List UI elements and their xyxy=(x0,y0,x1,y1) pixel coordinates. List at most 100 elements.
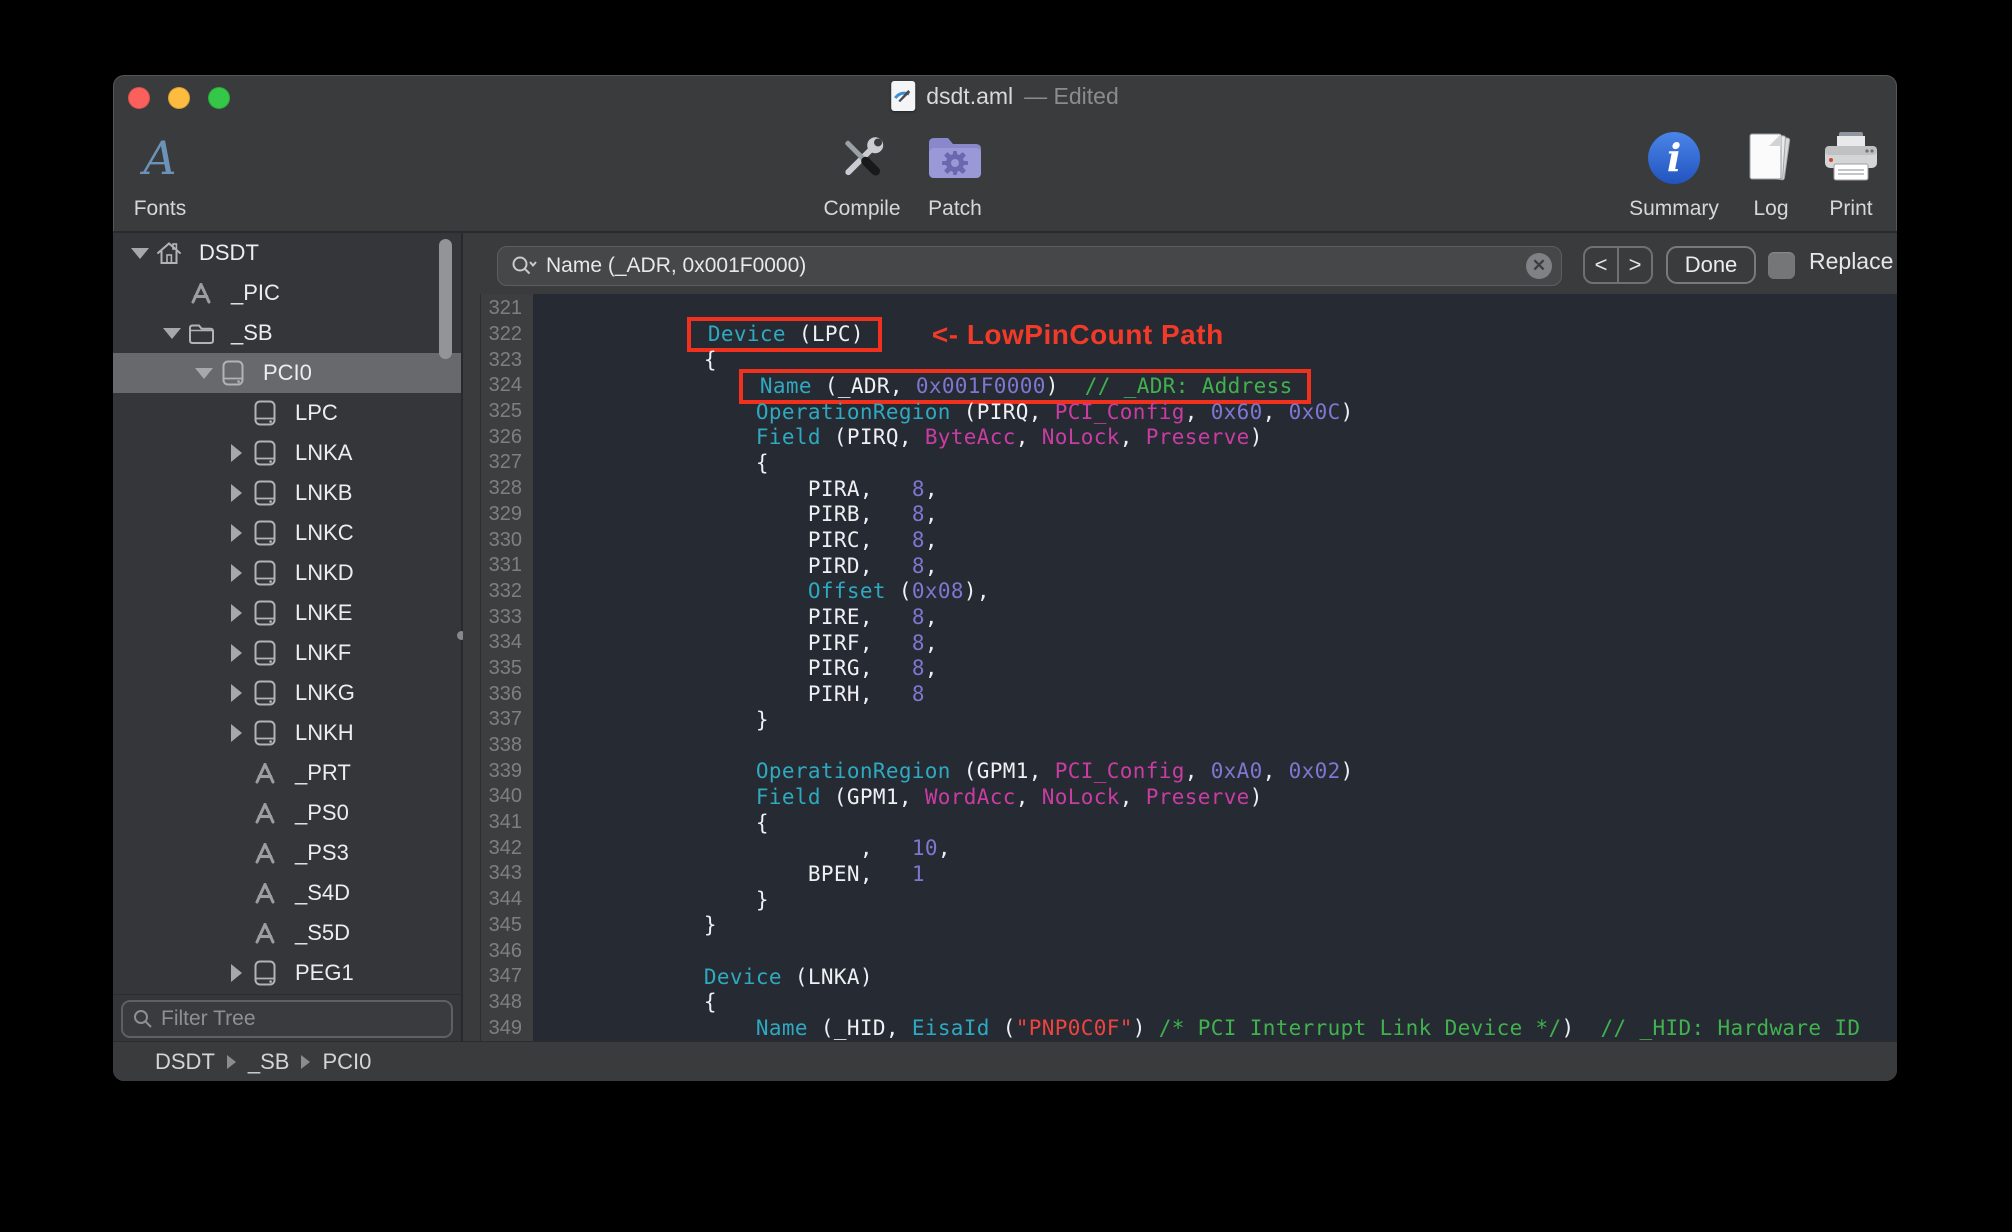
disclosure-triangle-icon[interactable] xyxy=(157,327,187,339)
code-line-332[interactable]: 332 Offset (0x08), xyxy=(463,579,1897,605)
line-number: 330 xyxy=(488,528,522,551)
code-line-347[interactable]: 347 Device (LNKA) xyxy=(463,964,1897,990)
done-button[interactable]: Done xyxy=(1666,246,1756,284)
code-editor[interactable]: 321 322 Device (LPC) <- LowPinCount Path 32… xyxy=(463,294,1897,1042)
line-content: } xyxy=(755,707,769,732)
sidebar-item-_prt[interactable]: _PRT xyxy=(113,753,461,793)
filter-placeholder: Filter Tree xyxy=(161,1007,256,1030)
sidebar-item-lnkh[interactable]: LNKH xyxy=(113,713,461,753)
disclosure-triangle-icon[interactable] xyxy=(125,247,155,259)
sidebar-item-lnkb[interactable]: LNKB xyxy=(113,473,461,513)
code-line-321[interactable]: 321 xyxy=(463,296,1897,322)
lowpincount-annotation: <- LowPinCount Path xyxy=(931,319,1224,351)
print-button[interactable]: Print xyxy=(1822,121,1880,221)
sidebar-item-lnkd[interactable]: LNKD xyxy=(113,553,461,593)
fonts-button[interactable]: A Fonts xyxy=(134,121,187,221)
disclosure-triangle-icon[interactable] xyxy=(221,724,251,742)
breadcrumb-item-dsdt[interactable]: DSDT xyxy=(155,1049,215,1075)
sidebar-item-peg1[interactable]: PEG1 xyxy=(113,953,461,993)
sidebar-item-lnkf[interactable]: LNKF xyxy=(113,633,461,673)
device-icon xyxy=(219,359,247,387)
code-line-326[interactable]: 326 Field (PIRQ, ByteAcc, NoLock, Preser… xyxy=(463,424,1897,450)
disclosure-triangle-icon[interactable] xyxy=(189,367,219,379)
code-line-337[interactable]: 337 } xyxy=(463,707,1897,733)
zoom-button[interactable] xyxy=(208,87,230,109)
code-line-339[interactable]: 339 OperationRegion (GPM1, PCI_Config, 0… xyxy=(463,758,1897,784)
disclosure-triangle-icon[interactable] xyxy=(221,524,251,542)
device-icon xyxy=(251,479,279,507)
code-line-327[interactable]: 327 { xyxy=(463,450,1897,476)
clear-search-icon[interactable]: ✕ xyxy=(1526,253,1552,279)
disclosure-triangle-icon[interactable] xyxy=(221,684,251,702)
code-line-343[interactable]: 343 BPEN, 1 xyxy=(463,861,1897,887)
sidebar-item-dsdt[interactable]: DSDT xyxy=(113,233,461,273)
sidebar-item-lnkc[interactable]: LNKC xyxy=(113,513,461,553)
disclosure-triangle-icon[interactable] xyxy=(221,444,251,462)
sidebar-item-lpc[interactable]: LPC xyxy=(113,393,461,433)
tree-item-label: _S5D xyxy=(295,920,351,945)
method-icon xyxy=(251,920,279,946)
disclosure-triangle-icon[interactable] xyxy=(221,964,251,982)
line-number: 331 xyxy=(488,554,522,577)
patch-button[interactable]: Patch xyxy=(926,121,984,221)
tree-item-label: LNKC xyxy=(295,520,354,545)
log-button[interactable]: Log xyxy=(1743,121,1799,221)
code-line-346[interactable]: 346 xyxy=(463,938,1897,964)
code-line-338[interactable]: 338 xyxy=(463,733,1897,759)
line-content: OperationRegion (PIRQ, PCI_Config, 0x60,… xyxy=(755,399,1354,424)
line-content: { xyxy=(703,990,717,1015)
code-line-342[interactable]: 342 , 10, xyxy=(463,835,1897,861)
sidebar-item-_ps3[interactable]: _PS3 xyxy=(113,833,461,873)
disclosure-triangle-icon[interactable] xyxy=(221,604,251,622)
sidebar-item-lnka[interactable]: LNKA xyxy=(113,433,461,473)
code-line-325[interactable]: 325 OperationRegion (PIRQ, PCI_Config, 0… xyxy=(463,399,1897,425)
code-line-335[interactable]: 335 PIRG, 8, xyxy=(463,656,1897,682)
close-button[interactable] xyxy=(128,87,150,109)
search-menu-icon[interactable] xyxy=(511,255,537,277)
find-next-button[interactable]: > xyxy=(1619,248,1651,282)
find-input[interactable]: Name (_ADR, 0x001F0000) ✕ xyxy=(497,246,1562,286)
disclosure-triangle-icon[interactable] xyxy=(221,644,251,662)
find-previous-button[interactable]: < xyxy=(1585,248,1619,282)
minimize-button[interactable] xyxy=(168,87,190,109)
sidebar-item-_s4d[interactable]: _S4D xyxy=(113,873,461,913)
sidebar-item-_s5d[interactable]: _S5D xyxy=(113,913,461,953)
sidebar-scrollbar[interactable] xyxy=(439,239,452,359)
breadcrumb-item-pci0[interactable]: PCI0 xyxy=(322,1049,371,1075)
code-line-333[interactable]: 333 PIRE, 8, xyxy=(463,604,1897,630)
disclosure-triangle-icon[interactable] xyxy=(221,564,251,582)
code-line-348[interactable]: 348 { xyxy=(463,990,1897,1016)
filter-tree-input[interactable]: Filter Tree xyxy=(121,1000,453,1038)
code-line-329[interactable]: 329 PIRB, 8, xyxy=(463,502,1897,528)
code-line-331[interactable]: 331 PIRD, 8, xyxy=(463,553,1897,579)
sidebar-item-_sb[interactable]: _SB xyxy=(113,313,461,353)
line-number: 322 xyxy=(488,323,522,346)
sidebar-item-lnke[interactable]: LNKE xyxy=(113,593,461,633)
line-number: 334 xyxy=(488,631,522,654)
code-line-322[interactable]: 322 Device (LPC) <- LowPinCount Path xyxy=(463,317,1897,353)
line-number: 333 xyxy=(488,605,522,628)
compile-button[interactable]: Compile xyxy=(823,121,901,221)
code-line-336[interactable]: 336 PIRH, 8 xyxy=(463,681,1897,707)
sidebar-item-lnkg[interactable]: LNKG xyxy=(113,673,461,713)
line-number: 336 xyxy=(488,682,522,705)
sidebar-item-_ps0[interactable]: _PS0 xyxy=(113,793,461,833)
code-line-334[interactable]: 334 PIRF, 8, xyxy=(463,630,1897,656)
line-number: 346 xyxy=(488,939,522,962)
line-content: Device (LNKA) xyxy=(703,964,873,989)
code-line-341[interactable]: 341 { xyxy=(463,810,1897,836)
line-content: PIRH, 8 xyxy=(807,682,925,707)
code-line-345[interactable]: 345 } xyxy=(463,913,1897,939)
code-line-328[interactable]: 328 PIRA, 8, xyxy=(463,476,1897,502)
disclosure-triangle-icon[interactable] xyxy=(221,484,251,502)
code-line-330[interactable]: 330 PIRC, 8, xyxy=(463,527,1897,553)
code-line-324[interactable]: 324 Name (_ADR, 0x001F0000) // _ADR: Add… xyxy=(463,368,1897,404)
code-line-340[interactable]: 340 Field (GPM1, WordAcc, NoLock, Preser… xyxy=(463,784,1897,810)
summary-button[interactable]: i Summary xyxy=(1629,121,1719,221)
sidebar-item-pci0[interactable]: PCI0 xyxy=(113,353,461,393)
sidebar-item-_pic[interactable]: _PIC xyxy=(113,273,461,313)
breadcrumb-item-_sb[interactable]: _SB xyxy=(248,1049,290,1075)
code-line-349[interactable]: 349 Name (_HID, EisaId ("PNP0C0F") /* PC… xyxy=(463,1015,1897,1041)
replace-checkbox[interactable] xyxy=(1768,252,1795,279)
code-line-344[interactable]: 344 } xyxy=(463,887,1897,913)
